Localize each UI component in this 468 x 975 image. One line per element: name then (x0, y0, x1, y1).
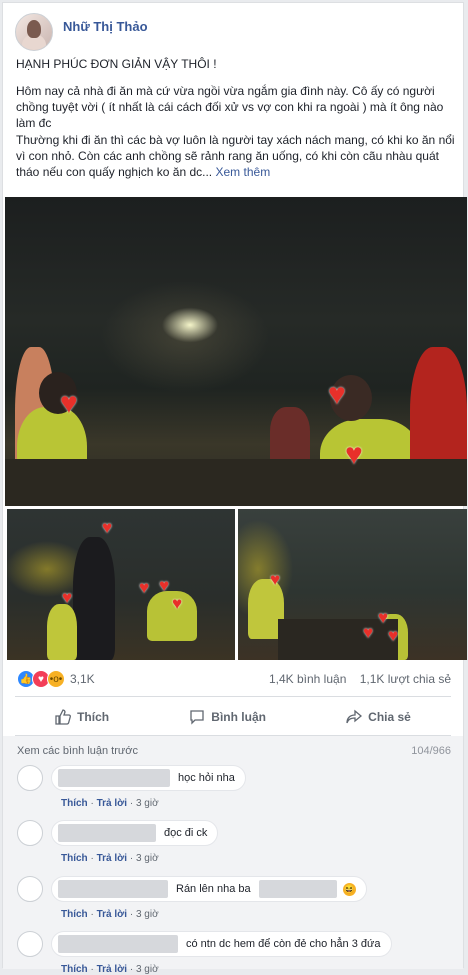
share-count-link[interactable]: 1,1K lượt chia sẻ (360, 672, 451, 686)
heart-icon: ♥ (172, 594, 183, 613)
separator-dot: · (90, 964, 94, 975)
comment-meta: Thích · Trả lời · 3 giờ (61, 909, 159, 920)
commenter-avatar[interactable] (17, 931, 43, 957)
comment-text: học hỏi nha (178, 772, 235, 784)
comment-meta: Thích · Trả lời · 3 giờ (61, 964, 159, 975)
photo-table (5, 459, 467, 506)
separator-dot: · (129, 798, 134, 809)
comment-time[interactable]: 3 giờ (136, 853, 159, 864)
comment-like-link[interactable]: Thích (61, 964, 88, 975)
comment-button[interactable]: Bình luận (189, 709, 266, 725)
comment-like-link[interactable]: Thích (61, 853, 88, 864)
post-paragraph-2: Thường khi đi ăn thì các bà vợ luôn là n… (16, 132, 456, 180)
post-paragraph-1: Hôm nay cả nhà đi ăn mà cứ vừa ngồi vừa … (16, 84, 444, 130)
post-photo-right[interactable]: ♥ ♥ ♥ ♥ (238, 509, 467, 660)
comment-time[interactable]: 3 giờ (136, 964, 159, 975)
heart-icon: ♥ (159, 576, 170, 595)
commenter-avatar[interactable] (17, 765, 43, 791)
comments-section: Xem các bình luận trước 104/966 học hỏi … (3, 736, 463, 975)
comment-count-link[interactable]: 1,4K bình luận (269, 672, 346, 686)
redacted-name (58, 769, 170, 787)
comment-bubble: học hỏi nha (51, 765, 246, 791)
heart-icon: ♥ (102, 518, 113, 537)
heart-icon: ♥ (60, 387, 78, 420)
post-headline: HẠNH PHÚC ĐƠN GIẢN VẬY THÔI ! (16, 57, 217, 71)
commenter-avatar[interactable] (17, 820, 43, 846)
redacted-name (58, 935, 178, 953)
wow-icon: •o• (47, 670, 65, 688)
heart-icon: ♥ (378, 608, 389, 627)
redacted-name (58, 880, 168, 898)
photo-child (270, 407, 310, 467)
comment-like-link[interactable]: Thích (61, 909, 88, 920)
see-more-link[interactable]: Xem thêm (216, 165, 271, 179)
commenter-avatar[interactable] (17, 876, 43, 902)
comment-meta: Thích · Trả lời · 3 giờ (61, 853, 159, 864)
redacted-name (58, 824, 156, 842)
reaction-summary[interactable]: 👍 ♥ •o• 3,1K (17, 670, 95, 688)
comment-counter: 104/966 (411, 745, 451, 757)
comment-reply-link[interactable]: Trả lời (97, 964, 127, 975)
heart-icon: ♥ (345, 438, 363, 471)
engagement-counts: 1,4K bình luận 1,1K lượt chia sẻ (269, 672, 451, 686)
comment-text: Rán lên nha ba (176, 883, 251, 895)
separator-dot: · (129, 964, 134, 975)
heart-icon: ♥ (388, 626, 399, 645)
post-photo-left[interactable]: ♥ ♥ ♥ ♥ ♥ (7, 509, 235, 660)
share-button[interactable]: Chia sẻ (346, 709, 411, 725)
separator-dot: · (90, 909, 94, 920)
comment-reply-link[interactable]: Trả lời (97, 909, 127, 920)
comment-reply-link[interactable]: Trả lời (97, 798, 127, 809)
comment-like-link[interactable]: Thích (61, 798, 88, 809)
photo-waiter (73, 537, 115, 660)
heart-icon: ♥ (62, 588, 73, 607)
heart-icon: ♥ (270, 570, 281, 589)
share-arrow-icon (346, 709, 363, 724)
post-actions: Thích Bình luận Chia sẻ (15, 703, 451, 731)
heart-icon: ♥ (139, 578, 150, 597)
heart-icon: ♥ (363, 623, 374, 642)
separator-dot: · (129, 909, 134, 920)
thumbs-up-icon (55, 709, 72, 725)
redacted-tag (258, 880, 337, 898)
comment-bubble: Rán lên nha ba 😆 (51, 876, 367, 902)
post-header: Nhữ Thị Thảo (15, 13, 148, 51)
view-previous-comments-link[interactable]: Xem các bình luận trước (17, 745, 138, 757)
comment-reply-link[interactable]: Trả lời (97, 853, 127, 864)
share-button-label: Chia sẻ (368, 710, 411, 724)
post-photo-main[interactable]: ♥ ♥ ♥ (5, 197, 467, 506)
like-button[interactable]: Thích (55, 709, 109, 725)
comment-meta: Thích · Trả lời · 3 giờ (61, 798, 159, 809)
separator-dot: · (90, 853, 94, 864)
heart-icon: ♥ (328, 378, 346, 411)
laughing-emoji-icon: 😆 (342, 882, 356, 896)
comment-text: đọc đi ck (164, 827, 208, 839)
comment-bubble: đọc đi ck (51, 820, 219, 846)
like-button-label: Thích (77, 710, 110, 724)
separator-dot: · (90, 798, 94, 809)
author-name[interactable]: Nhữ Thị Thảo (63, 19, 148, 34)
reaction-count: 3,1K (70, 672, 95, 686)
comment-bubble: có ntn dc hem để còn đẻ cho hẳn 3 đứa (51, 931, 392, 957)
divider (15, 696, 451, 697)
comment-time[interactable]: 3 giờ (136, 909, 159, 920)
separator-dot: · (129, 853, 134, 864)
comment-icon (190, 710, 204, 725)
comment-button-label: Bình luận (211, 710, 266, 724)
comment-text: có ntn dc hem để còn đẻ cho hẳn 3 đứa (186, 938, 381, 950)
facebook-post: Nhữ Thị Thảo HẠNH PHÚC ĐƠN GIẢN VẬY THÔI… (2, 2, 467, 975)
comment-time[interactable]: 3 giờ (136, 798, 159, 809)
photo-woman-yellow-shirt (47, 604, 77, 660)
author-avatar[interactable] (15, 13, 53, 51)
